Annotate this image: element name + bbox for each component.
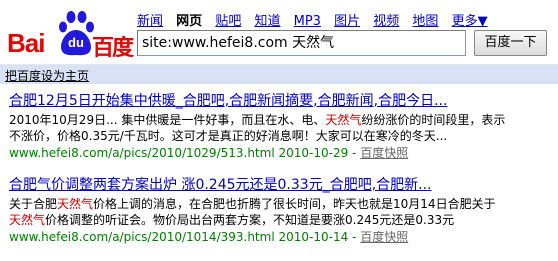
nav-images[interactable]: 图片 (334, 10, 360, 29)
nav-tieba[interactable]: 贴吧 (215, 10, 241, 29)
result-meta: www.hefei8.com/a/pics/2010/1029/513.html… (9, 145, 549, 161)
result-title-link[interactable]: 合肥气价调整两套方案出炉 涨0.245元还是0.33元_合肥吧,合肥新... (9, 176, 549, 194)
snippet-text: 关于合肥 (9, 197, 58, 211)
logo-chinese-text: 百度 (92, 36, 134, 61)
snippet-text: 价格上调的消息，在合肥也折腾了很长时间，昨天也就是10月14日合肥关于 (93, 197, 496, 211)
snippet-text: 不涨价，价格0.35元/千瓦时。这可才是真正的好消息啊！大家可以在寒冷的冬天..… (9, 129, 448, 143)
result-url: www.hefei8.com/a/pics/2010/1014/393.html… (9, 230, 361, 244)
nav-zhidao[interactable]: 知道 (254, 10, 280, 29)
nav-news[interactable]: 新闻 (137, 10, 163, 29)
set-homepage-link[interactable]: 把百度设为主页 (5, 67, 89, 84)
search-button[interactable]: 百度一下 (474, 30, 547, 56)
result-snippet: 关于合肥天然气价格上调的消息，在合肥也折腾了很长时间，昨天也就是10月14日合肥… (9, 196, 496, 228)
result-title-link[interactable]: 合肥12月5日开始集中供暖_合肥吧,合肥新闻摘要,合肥新闻,合肥今日... (9, 92, 549, 110)
logo-du-badge: du (68, 35, 84, 50)
cache-link[interactable]: 百度快照 (360, 230, 408, 244)
search-result: 合肥12月5日开始集中供暖_合肥吧,合肥新闻摘要,合肥新闻,合肥今日... 20… (9, 92, 549, 161)
nav-video[interactable]: 视频 (373, 10, 399, 29)
nav-mp3[interactable]: MP3 (294, 14, 321, 29)
snippet-highlight: 天然气 (57, 197, 94, 211)
snippet-text: 2010年10月29日... 集中供暖是一件好事，而且在水、电、 (9, 113, 326, 127)
nav-map[interactable]: 地图 (412, 10, 438, 29)
logo-latin-text: Bai (7, 28, 45, 58)
snippet-text: 价格调整的听证会。物价局出台两套方案，不知道是要涨0.245元还是0.33元 (45, 213, 455, 227)
cache-link[interactable]: 百度快照 (360, 146, 408, 160)
product-nav: 新闻 网页 贴吧 知道 MP3 图片 视频 地图 更多▼ (137, 10, 497, 29)
nav-more[interactable]: 更多▼ (452, 10, 488, 29)
baidu-logo[interactable]: Bai du 百度 (5, 8, 134, 62)
snippet-highlight: 天然气 (9, 213, 46, 227)
nav-web: 网页 (176, 14, 203, 29)
snippet-highlight: 天然气 (325, 113, 362, 127)
result-url: www.hefei8.com/a/pics/2010/1029/513.html… (9, 146, 361, 160)
snippet-text: 纷纷涨价的时间段里，表示 (361, 113, 506, 127)
result-snippet: 2010年10月29日... 集中供暖是一件好事，而且在水、电、天然气纷纷涨价的… (9, 112, 505, 144)
result-meta: www.hefei8.com/a/pics/2010/1014/393.html… (9, 229, 549, 245)
home-bar: 把百度设为主页 (0, 64, 558, 84)
search-result: 合肥气价调整两套方案出炉 涨0.245元还是0.33元_合肥吧,合肥新... 关… (9, 176, 549, 245)
search-input[interactable]: site:www.hefei8.com 天然气 (137, 30, 466, 56)
